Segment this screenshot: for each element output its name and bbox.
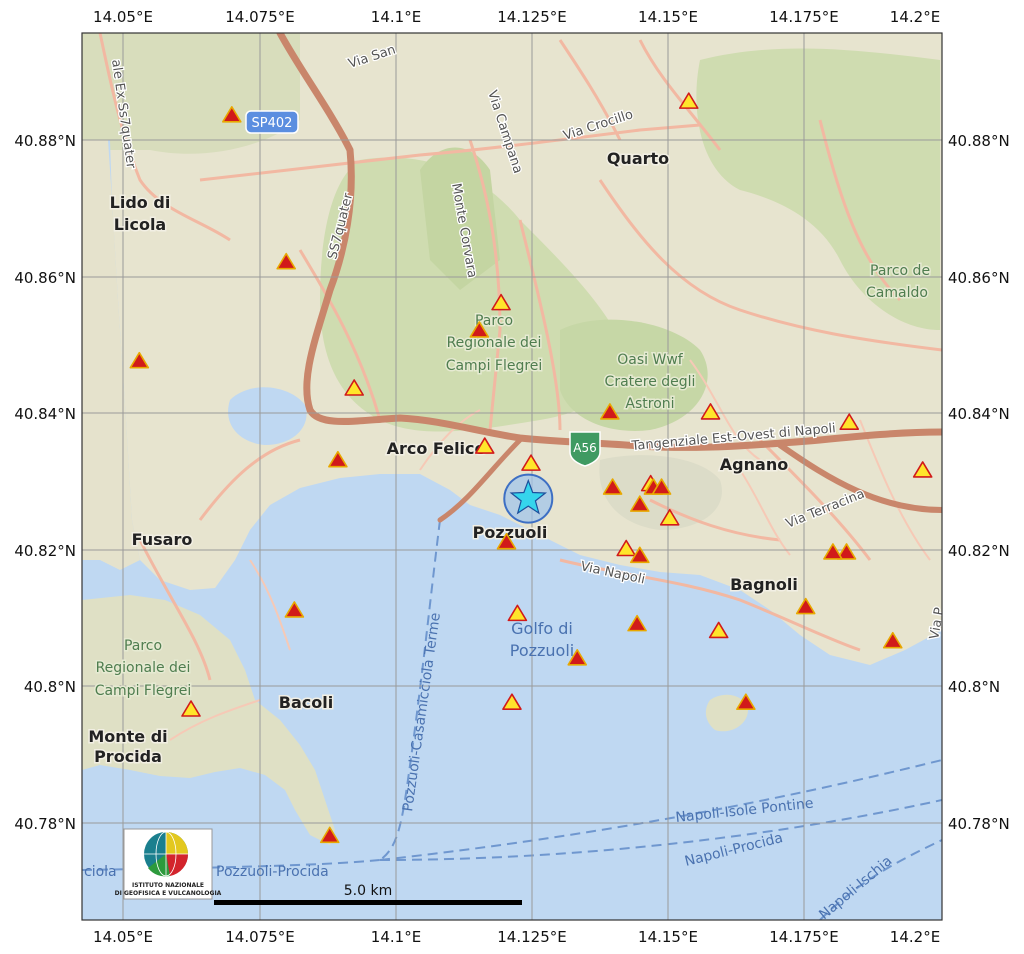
globe-logo-icon xyxy=(144,831,189,877)
lon-tick-top-4: 14.125°E xyxy=(497,8,566,26)
shield-a56: A56 xyxy=(569,431,601,467)
park-campi-flegrei-west-line1: Parco xyxy=(124,638,162,654)
place-fusaro: Fusaro xyxy=(132,530,193,549)
lon-tick-top-7: 14.2°E xyxy=(890,8,940,26)
lon-tick-bottom-4: 14.125°E xyxy=(497,928,566,946)
lon-tick-top-1: 14.05°E xyxy=(93,8,153,26)
ferry-label-pozzuoli-procida: Pozzuoli-Procida xyxy=(216,864,329,880)
park-camaldoli-line1: Parco de xyxy=(870,263,930,279)
ingv-logo: ISTITUTO NAZIONALE DI GEOFISICA E VULCAN… xyxy=(115,828,222,900)
park-oasi-wwf-line3: Astroni xyxy=(625,396,674,412)
lat-tick-right-6: 40.78°N xyxy=(948,815,1010,833)
park-campi-flegrei-west-line3: Campi Flegrei xyxy=(95,683,192,699)
lat-tick-right-5: 40.8°N xyxy=(948,678,1000,696)
place-monte-di-procida-line2: Procida xyxy=(94,747,162,766)
place-lido-di-licola-line1: Lido di xyxy=(110,193,171,212)
lon-tick-top-3: 14.1°E xyxy=(371,8,421,26)
map-area[interactable]: Via San ale Ex Ss7quater Via Campana Via… xyxy=(82,33,948,923)
lon-tick-top-5: 14.15°E xyxy=(638,8,698,26)
lat-tick-left-1: 40.88°N xyxy=(14,132,76,150)
water-golfo-line2: Pozzuoli xyxy=(510,641,574,660)
lon-ticks-top: 14.05°E 14.075°E 14.1°E 14.125°E 14.15°E… xyxy=(93,8,940,26)
lon-tick-top-6: 14.175°E xyxy=(769,8,838,26)
lon-tick-bottom-3: 14.1°E xyxy=(371,928,421,946)
shield-sp402: SP402 xyxy=(245,110,299,134)
lon-tick-bottom-2: 14.075°E xyxy=(225,928,294,946)
lat-tick-right-2: 40.86°N xyxy=(948,269,1010,287)
lat-tick-left-4: 40.82°N xyxy=(14,542,76,560)
lat-ticks-left: 40.88°N 40.86°N 40.84°N 40.82°N 40.8°N 4… xyxy=(14,132,76,833)
lon-tick-bottom-1: 14.05°E xyxy=(93,928,153,946)
water-golfo-line1: Golfo di xyxy=(511,619,573,638)
lat-tick-left-3: 40.84°N xyxy=(14,405,76,423)
lat-tick-left-5: 40.8°N xyxy=(24,678,76,696)
lat-tick-left-2: 40.86°N xyxy=(14,269,76,287)
lon-tick-bottom-5: 14.15°E xyxy=(638,928,698,946)
place-lido-di-licola-line2: Licola xyxy=(114,215,166,234)
place-bacoli: Bacoli xyxy=(279,693,333,712)
lon-ticks-bottom: 14.05°E 14.075°E 14.1°E 14.125°E 14.15°E… xyxy=(93,928,940,946)
lon-tick-bottom-6: 14.175°E xyxy=(769,928,838,946)
place-quarto: Quarto xyxy=(607,149,669,168)
epicenter-layer xyxy=(503,473,554,524)
park-campi-flegrei-north-line3: Campi Flegrei xyxy=(446,358,543,374)
lon-tick-top-2: 14.075°E xyxy=(225,8,294,26)
place-agnano: Agnano xyxy=(720,455,788,474)
ferry-label-ciola: ciola xyxy=(84,864,117,880)
lon-tick-bottom-7: 14.2°E xyxy=(890,928,940,946)
lat-tick-left-6: 40.78°N xyxy=(14,815,76,833)
scale-bar-label: 5.0 km xyxy=(344,883,392,899)
lat-ticks-right: 40.88°N 40.86°N 40.84°N 40.82°N 40.8°N 4… xyxy=(948,132,1010,833)
seismic-map: Via San ale Ex Ss7quater Via Campana Via… xyxy=(14,8,1010,946)
logo-text-line2: DI GEOFISICA E VULCANOLOGIA xyxy=(115,890,222,897)
place-bagnoli: Bagnoli xyxy=(730,575,798,594)
lat-tick-right-1: 40.88°N xyxy=(948,132,1010,150)
lat-tick-right-3: 40.84°N xyxy=(948,405,1010,423)
shield-a56-label: A56 xyxy=(573,441,596,455)
park-oasi-wwf-line2: Cratere degli xyxy=(605,374,696,390)
scale-bar-line xyxy=(214,900,522,905)
park-campi-flegrei-north-line2: Regionale dei xyxy=(447,335,542,351)
lat-tick-right-4: 40.82°N xyxy=(948,542,1010,560)
park-camaldoli-line2: Camaldo xyxy=(866,285,928,301)
shield-sp402-label: SP402 xyxy=(252,116,293,131)
place-monte-di-procida-line1: Monte di xyxy=(88,727,167,746)
park-oasi-wwf-line1: Oasi Wwf xyxy=(617,352,684,368)
logo-text-line1: ISTITUTO NAZIONALE xyxy=(132,882,204,889)
park-campi-flegrei-west-line2: Regionale dei xyxy=(96,660,191,676)
place-arco-felice: Arco Felice xyxy=(387,439,486,458)
